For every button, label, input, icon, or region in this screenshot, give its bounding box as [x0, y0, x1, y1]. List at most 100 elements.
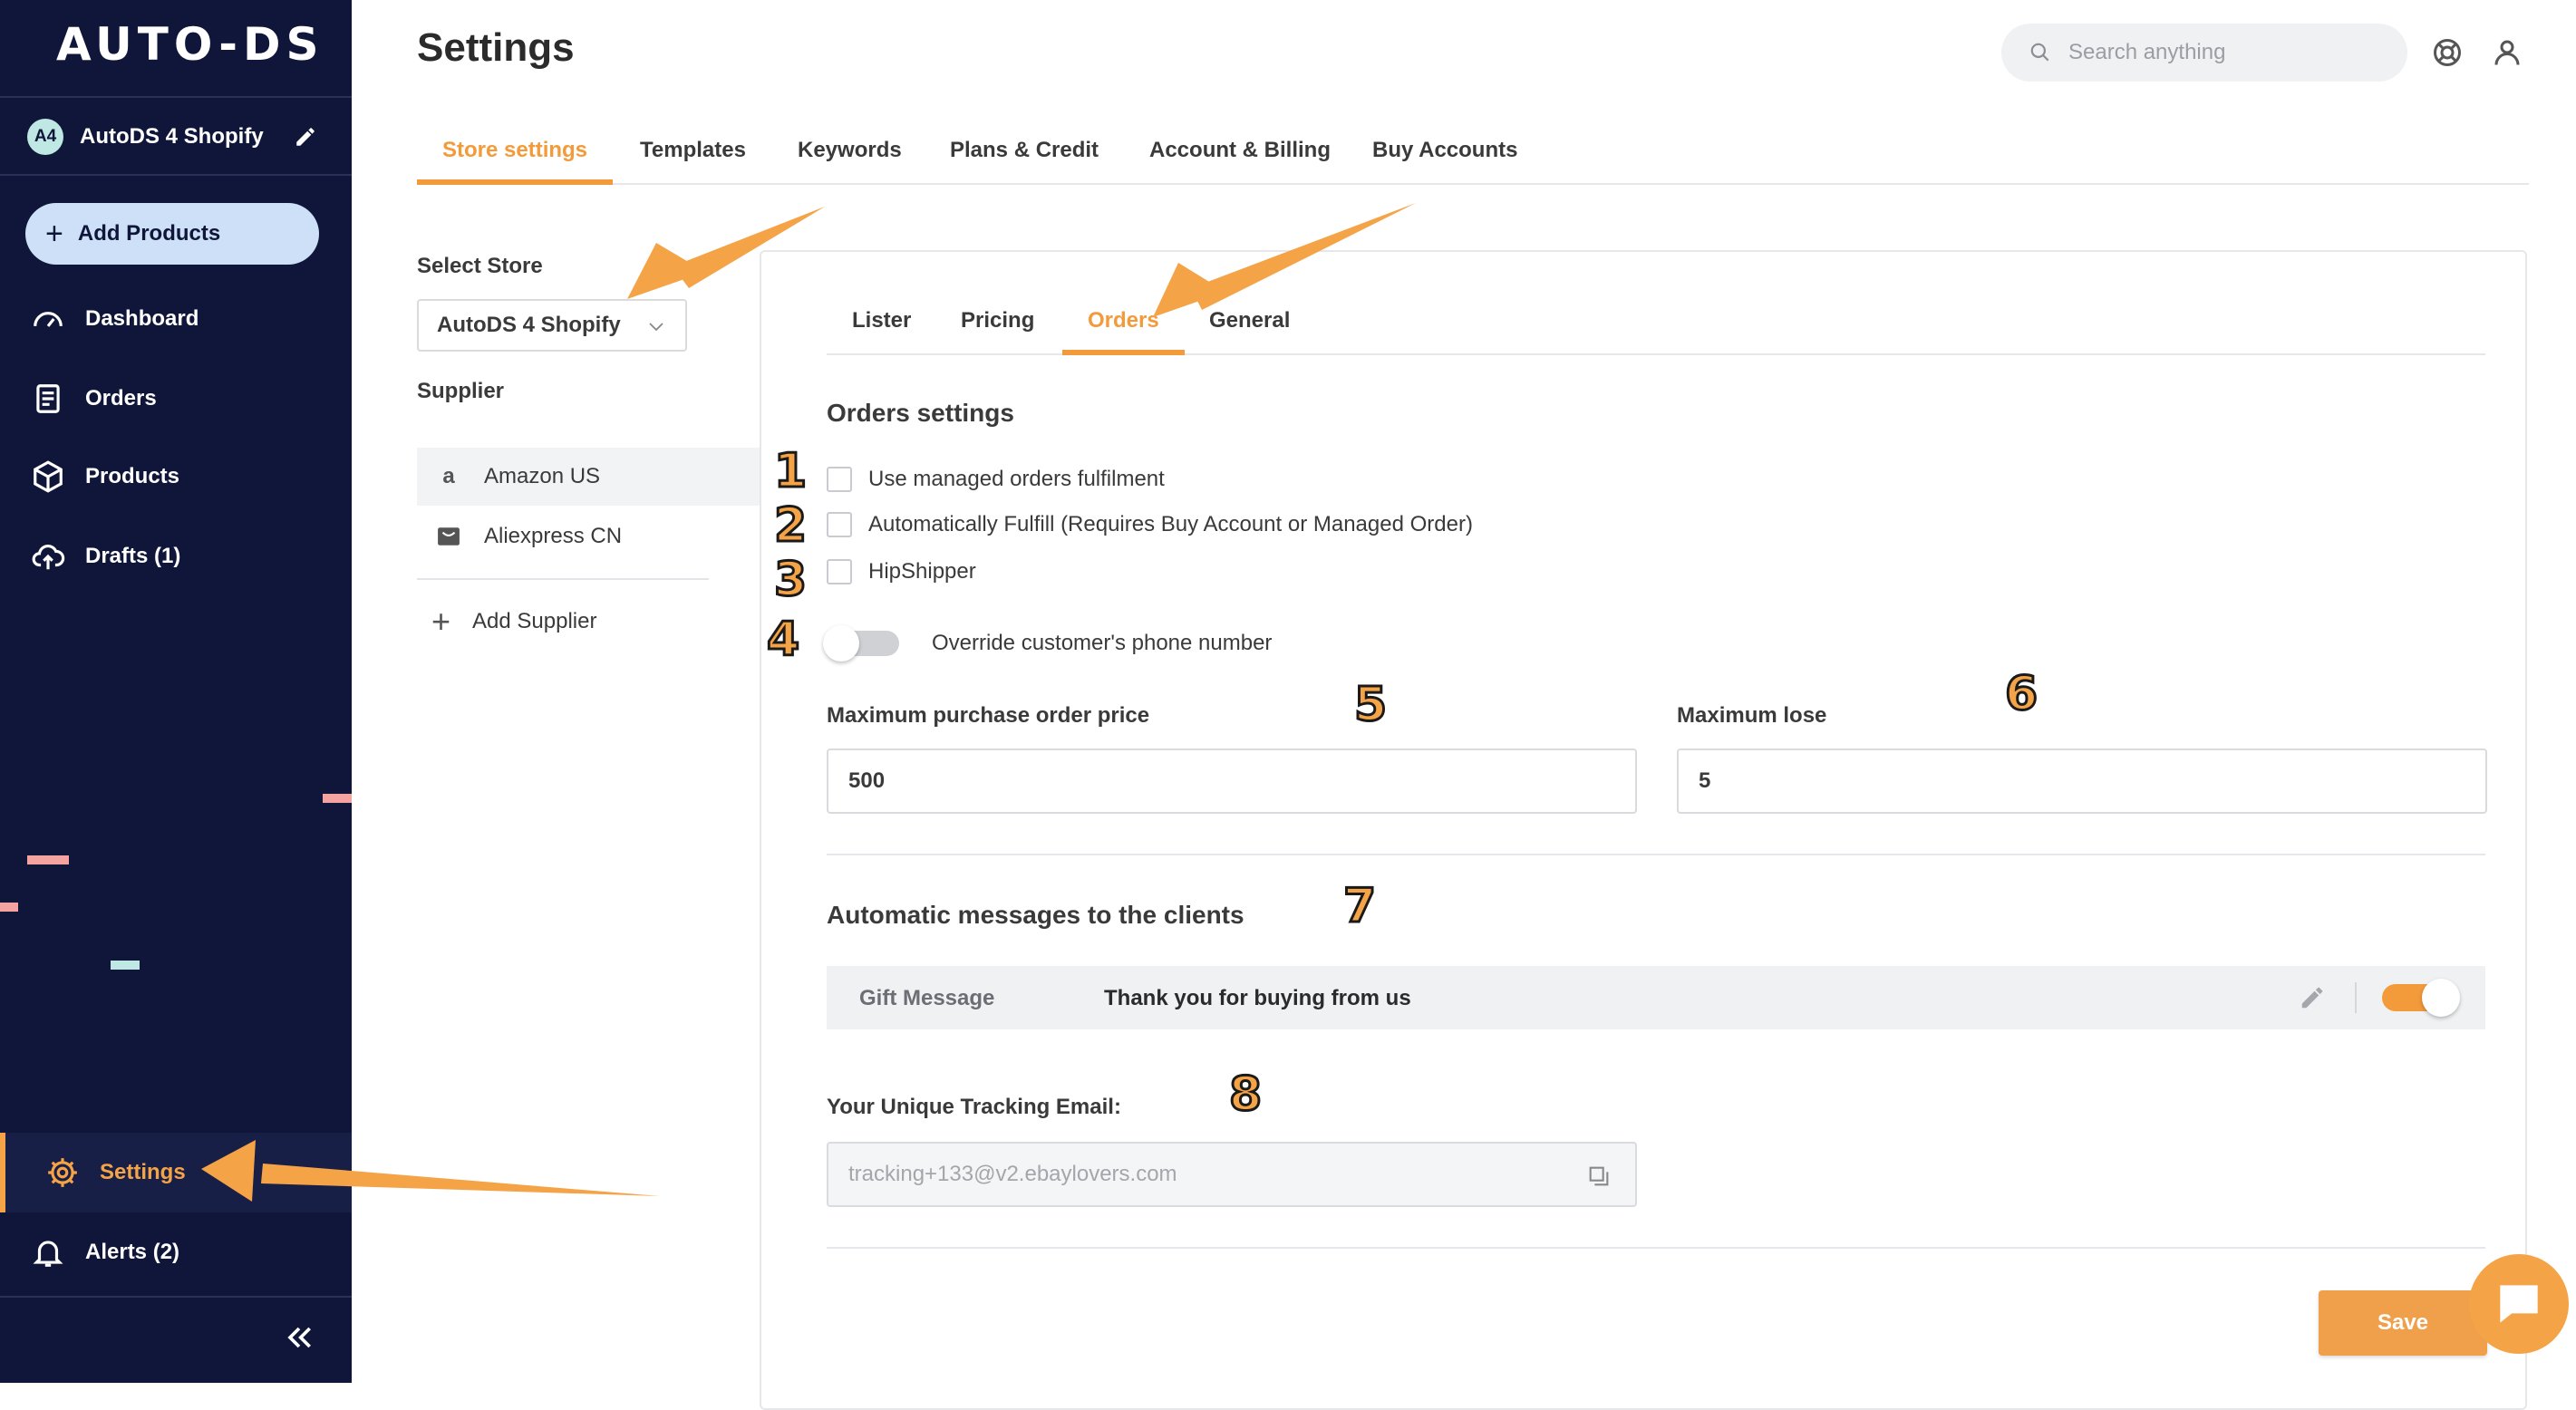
nav-label-products: Products	[85, 464, 180, 488]
tab-pricing[interactable]: Pricing	[961, 290, 1034, 355]
tab-general[interactable]: General	[1209, 290, 1290, 355]
tab-store-settings[interactable]: Store settings	[417, 127, 614, 185]
checkbox-managed-orders[interactable]: Use managed orders fulfilment	[827, 466, 1165, 493]
collapse-sidebar-icon[interactable]	[281, 1319, 317, 1356]
search-bar[interactable]	[2001, 24, 2407, 82]
override-phone-toggle-row[interactable]: Override customer's phone number	[823, 625, 1273, 662]
tracking-email-label: Your Unique Tracking Email:	[827, 1095, 1121, 1119]
settings-panel	[760, 250, 2527, 1410]
store-switcher[interactable]: A4 AutoDS 4 Shopify	[27, 119, 264, 155]
checkbox-label: Automatically Fulfill (Requires Buy Acco…	[868, 512, 1473, 536]
checkbox[interactable]	[827, 559, 852, 584]
gift-message-label: Gift Message	[859, 986, 995, 1010]
add-products-label: Add Products	[77, 221, 221, 246]
gift-message-row: Gift Message Thank you for buying from u…	[827, 966, 2485, 1029]
chevron-down-icon	[649, 323, 663, 332]
checkbox-auto-fulfill[interactable]: Automatically Fulfill (Requires Buy Acco…	[827, 511, 1473, 538]
bell-icon	[33, 1241, 63, 1267]
nav-item-products[interactable]: Products	[31, 457, 179, 497]
annotation-number: 1	[772, 443, 808, 500]
tab-templates[interactable]: Templates	[640, 127, 746, 185]
store-avatar: A4	[27, 119, 63, 155]
select-store-label: Select Store	[417, 254, 543, 278]
checkbox-hipshipper[interactable]: HipShipper	[827, 558, 976, 585]
supplier-item-aliexpress-cn[interactable]: Aliexpress CN	[417, 507, 760, 565]
page-title: Settings	[417, 25, 575, 70]
decoration	[0, 903, 18, 912]
gift-message-toggle[interactable]	[2382, 979, 2460, 1017]
pencil-icon[interactable]	[2299, 984, 2326, 1011]
store-name: AutoDS 4 Shopify	[80, 124, 264, 149]
nav-label-settings: Settings	[100, 1160, 186, 1184]
tab-lister[interactable]: Lister	[852, 290, 911, 355]
override-phone-toggle[interactable]	[823, 625, 899, 662]
checkbox[interactable]	[827, 512, 852, 537]
max-lose-label: Maximum lose	[1677, 703, 1827, 728]
sidebar-divider	[0, 96, 352, 98]
tab-keywords[interactable]: Keywords	[798, 127, 902, 185]
search-input[interactable]	[2068, 40, 2395, 65]
supplier-label: Supplier	[417, 379, 505, 403]
toggle-knob	[823, 625, 859, 662]
sidebar: AUTO-DS A4 AutoDS 4 Shopify + Add Product…	[0, 0, 352, 1383]
sidebar-divider	[0, 1296, 352, 1298]
amazon-icon: a	[442, 464, 455, 488]
divider	[827, 854, 2485, 855]
plus-icon: +	[431, 603, 451, 640]
annotation-number: 7	[1341, 878, 1377, 935]
max-purchase-input[interactable]	[827, 748, 1637, 814]
checkbox-label: Use managed orders fulfilment	[868, 467, 1165, 491]
receipt-icon	[36, 384, 60, 413]
add-supplier-label: Add Supplier	[472, 609, 597, 633]
sidebar-divider	[0, 174, 352, 176]
max-lose-input[interactable]	[1677, 748, 2487, 814]
nav-item-alerts[interactable]: Alerts (2)	[31, 1232, 179, 1272]
supplier-name: Amazon US	[484, 464, 601, 488]
auto-messages-title: Automatic messages to the clients	[827, 901, 1244, 929]
box-icon	[34, 460, 63, 493]
checkbox[interactable]	[827, 467, 852, 492]
supplier-item-amazon-us[interactable]: a Amazon US	[417, 448, 760, 506]
annotation-number: 2	[772, 497, 808, 555]
divider	[827, 1247, 2485, 1249]
chat-widget[interactable]	[2469, 1254, 2569, 1354]
checkbox-label: HipShipper	[868, 559, 976, 584]
tracking-email-field[interactable]: tracking+133@v2.ebaylovers.com	[827, 1142, 1637, 1207]
add-supplier-button[interactable]: + Add Supplier	[431, 602, 596, 642]
nav-item-orders[interactable]: Orders	[31, 379, 157, 419]
orders-settings-title: Orders settings	[827, 399, 1014, 427]
nav-label-alerts: Alerts (2)	[85, 1240, 180, 1264]
copy-icon[interactable]	[1586, 1164, 1612, 1189]
toggle-label: Override customer's phone number	[932, 631, 1273, 655]
divider	[2355, 982, 2357, 1013]
store-select[interactable]: AutoDS 4 Shopify	[417, 299, 687, 352]
gear-icon	[48, 1158, 77, 1187]
save-button[interactable]: Save	[2319, 1290, 2487, 1356]
autods-logo[interactable]: AUTO-DS	[56, 18, 324, 71]
tab-buy-accounts[interactable]: Buy Accounts	[1372, 127, 1517, 185]
aliexpress-icon	[435, 523, 462, 550]
max-purchase-label: Maximum purchase order price	[827, 703, 1150, 728]
tab-plans-credit[interactable]: Plans & Credit	[950, 127, 1099, 185]
plus-icon: +	[45, 217, 63, 251]
tab-account-billing[interactable]: Account & Billing	[1149, 127, 1331, 185]
annotation-arrow	[627, 243, 705, 299]
store-select-value: AutoDS 4 Shopify	[437, 313, 621, 337]
annotation-number: 3	[772, 552, 808, 609]
nav-label-dashboard: Dashboard	[85, 306, 199, 331]
divider	[417, 578, 709, 580]
user-icon[interactable]	[2491, 36, 2523, 69]
lifebuoy-icon[interactable]	[2431, 36, 2464, 69]
search-icon	[2030, 43, 2049, 62]
nav-item-settings[interactable]: Settings	[0, 1133, 352, 1212]
nav-item-dashboard[interactable]: Dashboard	[31, 299, 199, 339]
tab-orders[interactable]: Orders	[1062, 290, 1185, 355]
settings-tabs: Store settings Templates Keywords Plans …	[417, 127, 2529, 185]
annotation-number: 8	[1227, 1067, 1263, 1124]
pencil-icon[interactable]	[294, 125, 317, 149]
tracking-email-value: tracking+133@v2.ebaylovers.com	[848, 1162, 1177, 1186]
nav-item-drafts[interactable]: Drafts (1)	[31, 536, 180, 576]
add-products-button[interactable]: + Add Products	[25, 203, 319, 265]
nav-label-drafts: Drafts (1)	[85, 544, 181, 568]
decoration	[111, 961, 140, 970]
